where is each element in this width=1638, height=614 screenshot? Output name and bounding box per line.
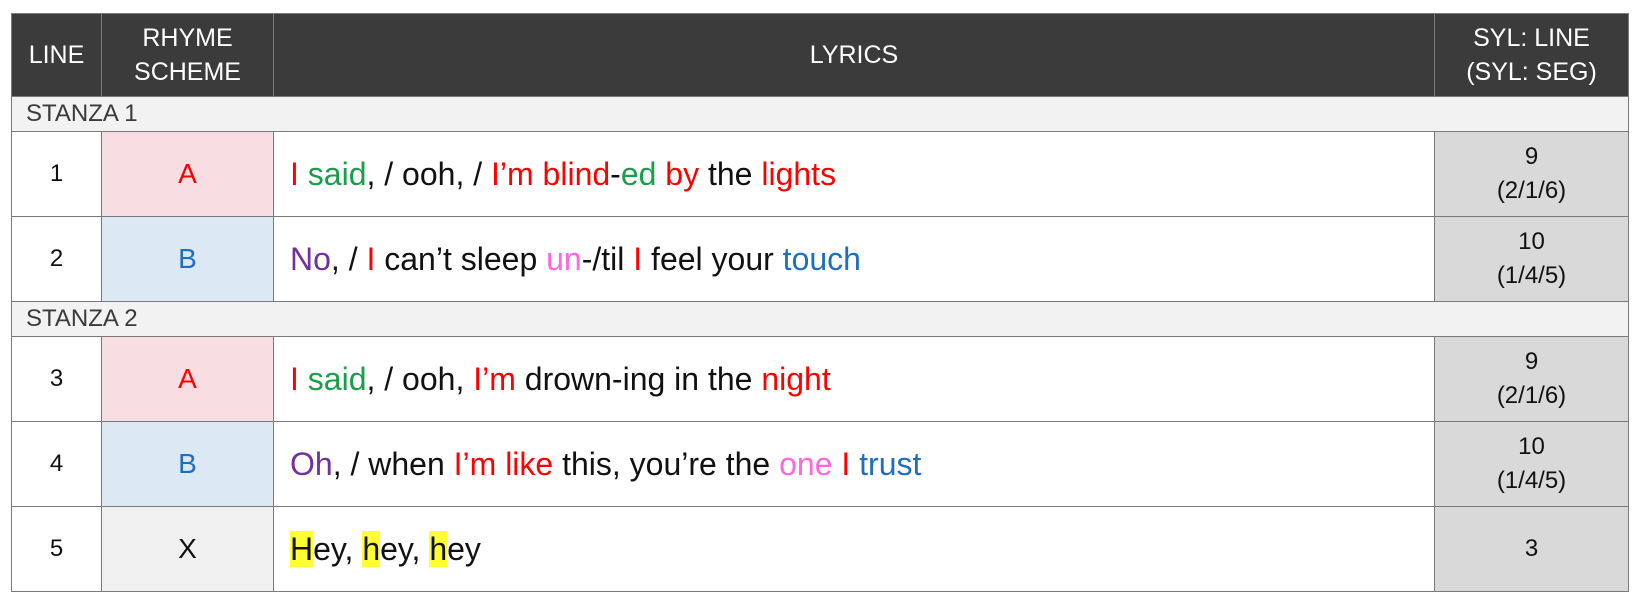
- header-row: LINE RHYME SCHEME LYRICS SYL: LINE (SYL:…: [11, 13, 1629, 97]
- rhyme-letter: X: [101, 506, 274, 592]
- lyric-segment: I: [290, 155, 299, 192]
- lyrics-analysis: LINE RHYME SCHEME LYRICS SYL: LINE (SYL:…: [11, 13, 1629, 592]
- rhyme-letter: B: [101, 421, 274, 507]
- lyric-segment: ey,: [380, 530, 430, 567]
- table-row: 4 B Oh, / when I’m like this, you’re the…: [11, 421, 1629, 507]
- lyric-segment: ed: [620, 155, 657, 192]
- syllable-segments: (1/4/5): [1496, 262, 1567, 289]
- lyric-segment: night: [761, 360, 831, 397]
- header-syllables: SYL: LINE (SYL: SEG): [1434, 13, 1629, 97]
- syllable-line-total: 9: [1524, 348, 1539, 375]
- lyric-segment: lights: [761, 155, 837, 192]
- rhyme-letter: A: [101, 131, 274, 217]
- lyric-segment: I’m blind: [491, 155, 611, 192]
- table-row: 2 B No, / I can’t sleep un-/til I feel y…: [11, 216, 1629, 302]
- lyric-segment: said: [307, 155, 367, 192]
- line-number: 5: [11, 506, 102, 592]
- syllable-line-total: 9: [1524, 143, 1539, 170]
- syllable-count: 10 (1/4/5): [1434, 421, 1629, 507]
- line-number: 2: [11, 216, 102, 302]
- lyric-segment: [656, 156, 665, 192]
- syllable-segments: (2/1/6): [1496, 177, 1567, 204]
- lyric-line: I said, / ooh, I’m drown-ing in the nigh…: [273, 336, 1435, 422]
- lyric-segment: -: [610, 155, 621, 192]
- lyric-segment: I: [841, 445, 851, 482]
- stanza-row: STANZA 1: [11, 96, 1629, 132]
- syllable-count: 9 (2/1/6): [1434, 131, 1629, 217]
- lyric-segment: I: [633, 240, 643, 277]
- stanza-label: STANZA 1: [11, 96, 1629, 132]
- lyric-segment: , / ooh,: [366, 360, 474, 397]
- lyric-segment: can’t sleep: [375, 240, 547, 277]
- lyric-segment: , /: [330, 240, 367, 277]
- lyric-segment: ey: [447, 530, 481, 567]
- line-number: 3: [11, 336, 102, 422]
- syllable-segments: (2/1/6): [1496, 382, 1567, 409]
- lyric-line: Hey, hey, hey: [273, 506, 1435, 592]
- syllable-count: 9 (2/1/6): [1434, 336, 1629, 422]
- lyric-segment: Oh: [290, 445, 333, 482]
- lyric-segment: the: [699, 155, 762, 192]
- lyric-segment: -/til: [581, 240, 634, 277]
- syllable-segments: (1/4/5): [1496, 467, 1567, 494]
- table-row: 5 X Hey, hey, hey 3: [11, 506, 1629, 592]
- lyric-segment: , / ooh, /: [366, 155, 491, 192]
- lyric-segment: ey,: [313, 530, 363, 567]
- lyric-segment: drown-ing in the: [515, 360, 762, 397]
- rhyme-letter: A: [101, 336, 274, 422]
- highlighted-segment: h: [429, 530, 448, 567]
- syllable-line-total: 3: [1524, 535, 1539, 562]
- stanza-row: STANZA 2: [11, 301, 1629, 337]
- header-syl-line2: (SYL: SEG): [1466, 58, 1597, 86]
- lyric-segment: feel your: [642, 240, 783, 277]
- header-lyrics: LYRICS: [273, 13, 1435, 97]
- highlighted-segment: h: [362, 530, 381, 567]
- lyric-segment: this, you’re the: [553, 445, 780, 482]
- header-rhyme-line1: RHYME: [142, 24, 233, 52]
- lyric-segment: No: [290, 240, 331, 277]
- lyric-segment: touch: [782, 240, 861, 277]
- lyric-segment: said: [307, 360, 367, 397]
- lyric-segment: by: [665, 155, 700, 192]
- syllable-line-total: 10: [1518, 228, 1545, 255]
- lyric-segment: I’m: [473, 360, 516, 397]
- lyric-line: No, / I can’t sleep un-/til I feel your …: [273, 216, 1435, 302]
- table-row: 1 A I said, / ooh, / I’m blind-ed by the…: [11, 131, 1629, 217]
- syllable-count: 3: [1434, 506, 1629, 592]
- header-syl-line1: SYL: LINE: [1473, 24, 1590, 52]
- header-rhyme-scheme: RHYME SCHEME: [101, 13, 274, 97]
- lyric-segment: [850, 446, 859, 482]
- lyric-segment: [299, 156, 308, 192]
- lyric-line: Oh, / when I’m like this, you’re the one…: [273, 421, 1435, 507]
- stanza-label: STANZA 2: [11, 301, 1629, 337]
- syllable-count: 10 (1/4/5): [1434, 216, 1629, 302]
- syllable-line-total: 10: [1518, 433, 1545, 460]
- header-line: LINE: [11, 13, 102, 97]
- lyric-segment: I’m like: [453, 445, 554, 482]
- line-number: 1: [11, 131, 102, 217]
- highlighted-segment: H: [290, 530, 314, 567]
- lyric-line: I said, / ooh, / I’m blind-ed by the lig…: [273, 131, 1435, 217]
- line-number: 4: [11, 421, 102, 507]
- lyric-segment: , / when: [332, 445, 454, 482]
- table-row: 3 A I said, / ooh, I’m drown-ing in the …: [11, 336, 1629, 422]
- lyric-segment: [299, 361, 308, 397]
- rhyme-letter: B: [101, 216, 274, 302]
- lyric-segment: trust: [859, 445, 922, 482]
- lyric-segment: one: [779, 445, 833, 482]
- lyric-segment: I: [290, 360, 299, 397]
- lyrics-table: LINE RHYME SCHEME LYRICS SYL: LINE (SYL:…: [11, 13, 1629, 592]
- lyric-segment: un: [546, 240, 582, 277]
- header-rhyme-line2: SCHEME: [134, 58, 241, 86]
